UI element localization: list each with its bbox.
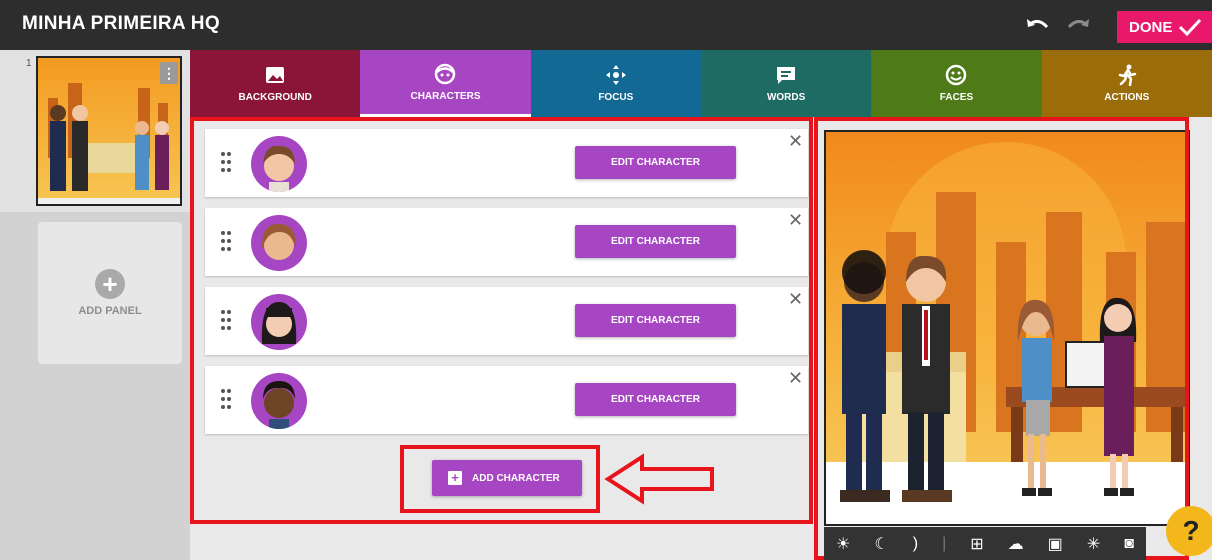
tab-label: FACES [939,92,974,103]
tab-label: ACTIONS [1104,92,1150,103]
tab-focus[interactable]: FOCUS [530,50,701,117]
add-panel-button[interactable]: + ADD PANEL [38,222,182,364]
preview-toolbar: ☀ ☾ ) | ⊞ ☁ ▣ ✳ ◙ [824,527,1146,560]
focus-arrows-icon [605,65,626,85]
smiley-icon [946,64,967,86]
annotation-box-preview [814,117,1189,560]
panel-list-item[interactable]: 1 ⋮ [0,50,190,212]
done-button[interactable]: DONE [1117,11,1212,43]
panel-thumbnail[interactable]: ⋮ [36,56,182,206]
add-panel-label: ADD PANEL [78,305,142,317]
tab-label: FOCUS [598,92,634,103]
plus-icon: + [95,269,125,299]
character-face-icon [435,63,456,84]
camera-icon[interactable]: ◙ [1124,535,1134,553]
tab-label: CHARACTERS [410,90,481,102]
tab-label: WORDS [766,92,806,103]
crescent-icon[interactable]: ) [913,535,918,553]
panel-menu-button[interactable]: ⋮ [160,62,178,84]
annotation-arrow-icon [604,453,714,505]
panel-number: 1 [26,58,32,69]
done-label: DONE [1129,18,1173,36]
panel-sidebar: 1 ⋮ + ADD PANEL [0,50,190,560]
comic-title[interactable]: MINHA PRIMEIRA HQ [22,13,220,35]
add-frame-icon[interactable]: ⊞ [970,534,983,554]
tab-characters[interactable]: CHARACTERS [360,50,531,117]
top-bar: MINHA PRIMEIRA HQ DONE [0,0,1212,50]
help-button[interactable]: ? [1166,506,1212,556]
picture-icon[interactable]: ▣ [1048,534,1063,554]
toolbar-divider: | [942,534,947,552]
annotation-box-add-character [400,445,600,513]
running-person-icon [1118,64,1137,86]
tab-label: BACKGROUND [238,92,312,103]
speech-bubble-icon [777,67,796,84]
checkmark-icon [1179,18,1202,37]
tab-words[interactable]: WORDS [700,50,872,117]
tab-faces[interactable]: FACES [871,50,1042,117]
cloud-icon[interactable]: ☁ [1008,534,1024,554]
sparkle-icon[interactable]: ✳ [1087,534,1100,554]
moon-icon[interactable]: ☾ [874,534,888,554]
tab-bar: BACKGROUND CHARACTERS FOCUS WORDS FACES … [190,50,1212,117]
tab-actions[interactable]: ACTIONS [1041,50,1212,117]
brightness-icon[interactable]: ☀ [836,534,850,554]
redo-icon[interactable] [1065,15,1091,35]
tab-background[interactable]: BACKGROUND [190,50,361,117]
image-icon [266,67,285,83]
undo-icon[interactable] [1025,15,1051,35]
